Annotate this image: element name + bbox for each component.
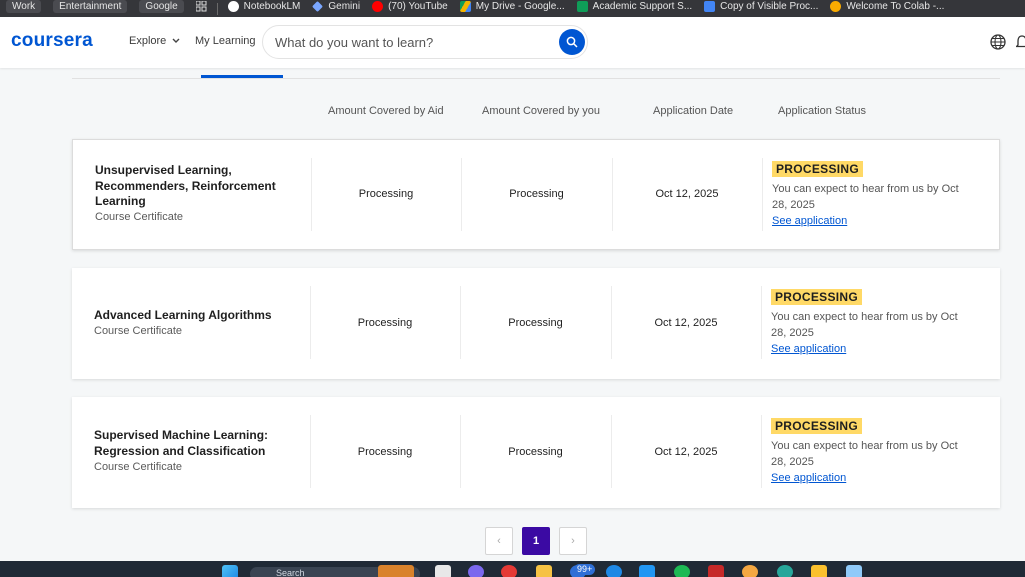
bookmark-label: Google — [139, 0, 184, 13]
bookmark-google[interactable]: Google — [133, 0, 189, 17]
bookmark-label: Welcome To Colab -... — [846, 1, 945, 12]
bookmark-label: Gemini — [328, 1, 361, 12]
column-header-aid: Amount Covered by Aid — [328, 105, 444, 117]
course-title: Supervised Machine Learning: Regression … — [94, 428, 269, 458]
app-icon[interactable] — [708, 565, 724, 577]
application-date: Oct 12, 2025 — [655, 188, 719, 200]
site-header: coursera Explore My Learning — [0, 17, 1025, 68]
bell-icon[interactable] — [1016, 34, 1025, 50]
amount-covered-by-you: Processing — [509, 188, 564, 200]
amount-covered-by-you: Processing — [508, 317, 563, 329]
application-row: Unsupervised Learning, Recommenders, Rei… — [72, 139, 1000, 250]
bookmarks-bar: Work Entertainment Google NotebookLM Gem… — [0, 0, 1025, 17]
search-bar — [262, 25, 588, 59]
chevron-down-icon — [172, 38, 180, 43]
application-date: Oct 12, 2025 — [654, 317, 718, 329]
widget-icon[interactable] — [378, 565, 414, 577]
coursera-logo[interactable]: coursera — [11, 30, 93, 52]
column-header-status: Application Status — [778, 105, 867, 117]
amount-covered-by-aid: Processing — [358, 188, 414, 200]
chat-icon[interactable] — [468, 565, 484, 577]
next-page-button[interactable]: › — [559, 527, 587, 555]
bookmark-sheets[interactable]: Academic Support S... — [571, 0, 699, 17]
active-tab-indicator — [201, 75, 283, 78]
amount-covered-by-aid: Processing — [357, 446, 413, 458]
column-header-you: Amount Covered by you — [482, 105, 601, 117]
drive-icon — [459, 1, 471, 12]
app-icon[interactable] — [811, 565, 827, 577]
app-icon[interactable] — [742, 565, 758, 577]
notification-badge: 99+ — [574, 564, 596, 575]
youtube-icon — [372, 1, 384, 12]
page-number-button[interactable]: 1 — [522, 527, 550, 555]
see-application-link[interactable]: See application — [772, 215, 847, 227]
edge-icon[interactable] — [606, 565, 622, 577]
explore-label: Explore — [129, 35, 167, 47]
windows-start-icon[interactable] — [222, 565, 238, 577]
tab-divider — [72, 78, 1000, 79]
sheets-icon — [576, 1, 588, 12]
colab-icon — [830, 1, 842, 12]
bookmark-colab[interactable]: Welcome To Colab -... — [824, 0, 950, 17]
file-explorer-icon[interactable] — [536, 565, 552, 577]
cell-divider — [761, 415, 762, 488]
application-date: Oct 12, 2025 — [654, 446, 718, 458]
explore-menu[interactable]: Explore — [129, 35, 180, 47]
bookmark-label: (70) YouTube — [388, 1, 448, 12]
see-application-link[interactable]: See application — [771, 472, 846, 484]
search-button[interactable] — [559, 29, 585, 55]
chrome-icon[interactable] — [501, 565, 517, 577]
bookmark-entertainment[interactable]: Entertainment — [47, 0, 133, 17]
bookmarks-separator — [216, 2, 218, 15]
status-message: You can expect to hear from us by Oct 28… — [771, 440, 958, 468]
status-badge: PROCESSING — [772, 161, 864, 177]
amount-covered-by-aid: Processing — [357, 317, 413, 329]
app-icon[interactable] — [777, 565, 793, 577]
course-title: Unsupervised Learning, Recommenders, Rei… — [95, 163, 276, 208]
docs-icon — [704, 1, 716, 12]
bookmark-label: My Drive - Google... — [475, 1, 565, 12]
vscode-icon[interactable] — [639, 565, 655, 577]
bookmark-label: NotebookLM — [243, 1, 301, 12]
status-message: You can expect to hear from us by Oct 28… — [772, 183, 959, 211]
gemini-icon — [312, 1, 324, 12]
bookmark-label: Work — [6, 0, 42, 13]
application-row: Advanced Learning Algorithms Course Cert… — [72, 268, 1000, 379]
taskbar-search-label: Search — [276, 568, 305, 577]
os-taskbar: Search 99+ — [0, 561, 1025, 577]
status-badge: PROCESSING — [771, 289, 863, 305]
search-input[interactable] — [275, 33, 545, 51]
course-subtitle: Course Certificate — [94, 461, 183, 473]
column-header-date: Application Date — [653, 105, 734, 117]
calendar-icon[interactable] — [846, 565, 862, 577]
application-row: Supervised Machine Learning: Regression … — [72, 397, 1000, 508]
bookmark-notebooklm[interactable]: NotebookLM — [222, 0, 307, 17]
see-application-link[interactable]: See application — [771, 343, 846, 355]
bookmark-docs[interactable]: Copy of Visible Proc... — [698, 0, 824, 17]
search-icon — [566, 36, 578, 48]
apps-grid-icon[interactable] — [190, 0, 213, 17]
status-badge: PROCESSING — [771, 418, 863, 434]
cell-divider — [761, 286, 762, 359]
course-subtitle: Course Certificate — [94, 325, 183, 337]
amount-covered-by-you: Processing — [508, 446, 563, 458]
course-subtitle: Course Certificate — [95, 211, 184, 223]
notebooklm-icon — [227, 1, 239, 12]
my-learning-link[interactable]: My Learning — [195, 35, 256, 47]
bookmark-drive[interactable]: My Drive - Google... — [454, 0, 571, 17]
bookmark-gemini[interactable]: Gemini — [306, 0, 366, 17]
spotify-icon[interactable] — [674, 565, 690, 577]
bookmark-label: Academic Support S... — [592, 1, 693, 12]
bookmark-work[interactable]: Work — [0, 0, 47, 17]
globe-icon[interactable] — [990, 34, 1006, 50]
task-view-icon[interactable] — [435, 565, 451, 577]
cell-divider — [762, 158, 763, 231]
bookmark-youtube[interactable]: (70) YouTube — [366, 0, 454, 17]
status-message: You can expect to hear from us by Oct 28… — [771, 311, 958, 339]
bookmark-label: Entertainment — [53, 0, 128, 13]
previous-page-button[interactable]: ‹ — [485, 527, 513, 555]
bookmark-label: Copy of Visible Proc... — [720, 1, 819, 12]
course-title: Advanced Learning Algorithms — [94, 308, 272, 322]
